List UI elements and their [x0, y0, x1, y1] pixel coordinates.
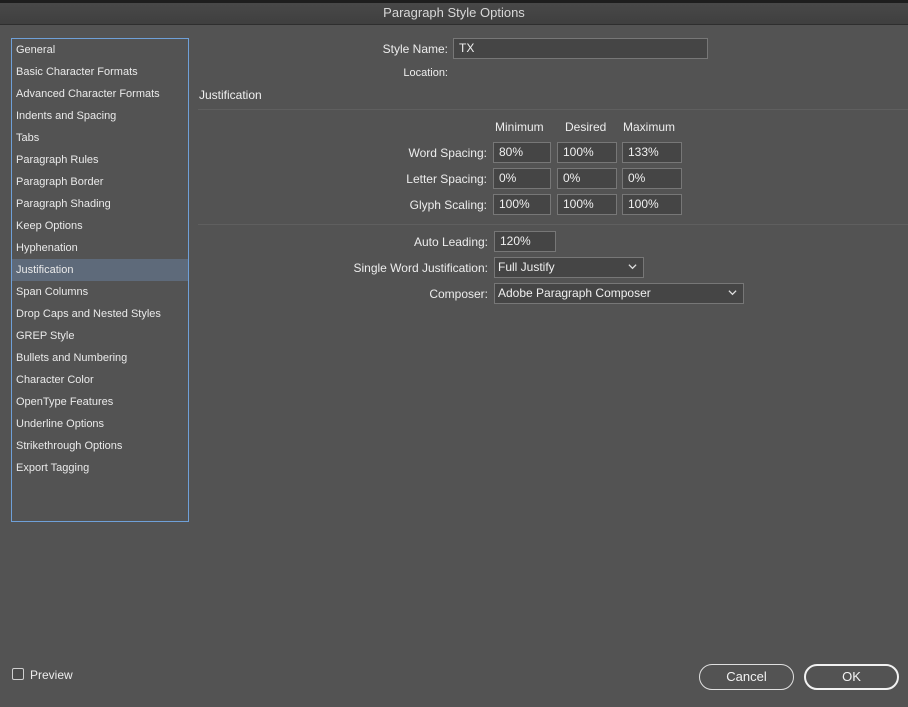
- cancel-button[interactable]: Cancel: [699, 664, 794, 690]
- composer-select[interactable]: Adobe Paragraph Composer: [494, 283, 744, 304]
- single-word-justification-select[interactable]: Full Justify: [494, 257, 644, 278]
- section-title: Justification: [199, 88, 262, 102]
- category-list[interactable]: General Basic Character Formats Advanced…: [11, 38, 189, 522]
- sidebar-item-span-columns[interactable]: Span Columns: [12, 281, 188, 303]
- sidebar-item-underline-options[interactable]: Underline Options: [12, 413, 188, 435]
- sidebar-item-keep-options[interactable]: Keep Options: [12, 215, 188, 237]
- sidebar-item-drop-caps-and-nested-styles[interactable]: Drop Caps and Nested Styles: [12, 303, 188, 325]
- sidebar-item-grep-style[interactable]: GREP Style: [12, 325, 188, 347]
- ok-button[interactable]: OK: [804, 664, 899, 690]
- style-name-input[interactable]: TX: [453, 38, 708, 59]
- column-header-maximum: Maximum: [623, 120, 676, 134]
- preview-checkbox[interactable]: [12, 668, 24, 680]
- paragraph-style-options-dialog: Paragraph Style Options General Basic Ch…: [0, 0, 908, 707]
- letter-spacing-desired-input[interactable]: 0%: [557, 168, 617, 189]
- column-header-minimum: Minimum: [495, 120, 544, 134]
- letter-spacing-label: Letter Spacing:: [406, 172, 487, 186]
- column-header-desired: Desired: [565, 120, 607, 134]
- sidebar-item-character-color[interactable]: Character Color: [12, 369, 188, 391]
- sidebar-item-paragraph-shading[interactable]: Paragraph Shading: [12, 193, 188, 215]
- composer-label: Composer:: [429, 287, 488, 301]
- title-bar-top-strip: [0, 0, 908, 3]
- sidebar-item-general[interactable]: General: [12, 39, 188, 61]
- chevron-down-icon: [728, 290, 737, 296]
- sidebar-item-export-tagging[interactable]: Export Tagging: [12, 457, 188, 479]
- sidebar-item-opentype-features[interactable]: OpenType Features: [12, 391, 188, 413]
- sidebar-item-strikethrough-options[interactable]: Strikethrough Options: [12, 435, 188, 457]
- sidebar-item-paragraph-rules[interactable]: Paragraph Rules: [12, 149, 188, 171]
- title-bar: Paragraph Style Options: [0, 0, 908, 25]
- auto-leading-input[interactable]: 120%: [494, 231, 556, 252]
- style-name-label: Style Name:: [382, 42, 448, 56]
- sidebar-item-indents-and-spacing[interactable]: Indents and Spacing: [12, 105, 188, 127]
- location-label: Location:: [403, 67, 448, 79]
- sidebar-item-basic-character-formats[interactable]: Basic Character Formats: [12, 61, 188, 83]
- table-divider: [198, 224, 908, 225]
- section-divider: [198, 109, 908, 110]
- sidebar-item-paragraph-border[interactable]: Paragraph Border: [12, 171, 188, 193]
- sidebar-item-justification[interactable]: Justification: [12, 259, 188, 281]
- chevron-down-icon: [628, 264, 637, 270]
- glyph-scaling-minimum-input[interactable]: 100%: [493, 194, 551, 215]
- glyph-scaling-maximum-input[interactable]: 100%: [622, 194, 682, 215]
- composer-value: Adobe Paragraph Composer: [498, 286, 651, 300]
- auto-leading-label: Auto Leading:: [413, 235, 488, 249]
- sidebar-item-tabs[interactable]: Tabs: [12, 127, 188, 149]
- single-word-justification-label: Single Word Justification:: [353, 261, 488, 275]
- letter-spacing-maximum-input[interactable]: 0%: [622, 168, 682, 189]
- glyph-scaling-label: Glyph Scaling:: [409, 198, 487, 212]
- letter-spacing-minimum-input[interactable]: 0%: [493, 168, 551, 189]
- sidebar-item-bullets-and-numbering[interactable]: Bullets and Numbering: [12, 347, 188, 369]
- single-word-justification-value: Full Justify: [498, 260, 555, 274]
- sidebar-item-advanced-character-formats[interactable]: Advanced Character Formats: [12, 83, 188, 105]
- word-spacing-minimum-input[interactable]: 80%: [493, 142, 551, 163]
- word-spacing-label: Word Spacing:: [408, 146, 488, 160]
- sidebar-item-hyphenation[interactable]: Hyphenation: [12, 237, 188, 259]
- window-title: Paragraph Style Options: [383, 5, 525, 20]
- preview-label[interactable]: Preview: [30, 668, 73, 682]
- glyph-scaling-desired-input[interactable]: 100%: [557, 194, 617, 215]
- word-spacing-desired-input[interactable]: 100%: [557, 142, 617, 163]
- word-spacing-maximum-input[interactable]: 133%: [622, 142, 682, 163]
